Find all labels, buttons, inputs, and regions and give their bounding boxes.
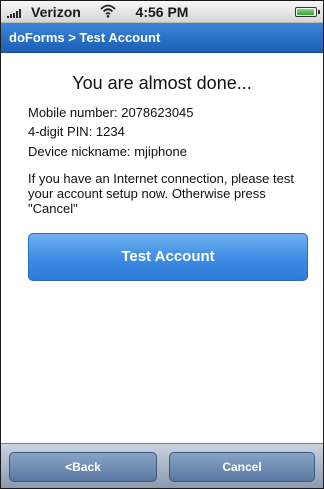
bottom-toolbar: <Back Cancel bbox=[1, 443, 323, 488]
app-frame: Verizon 4:56 PM doForms > Test Account Y… bbox=[0, 0, 324, 489]
test-account-button[interactable]: Test Account bbox=[28, 233, 308, 281]
battery-level bbox=[297, 9, 314, 15]
status-time: 4:56 PM bbox=[135, 4, 189, 20]
navigation-bar: doForms > Test Account bbox=[1, 23, 323, 53]
cancel-button[interactable]: Cancel bbox=[169, 452, 315, 482]
status-bar: Verizon 4:56 PM bbox=[1, 1, 323, 23]
page-heading: You are almost done... bbox=[72, 73, 252, 93]
battery-icon bbox=[295, 7, 320, 17]
nav-title: doForms > Test Account bbox=[9, 30, 161, 45]
pin-text: 4-digit PIN: 1234 bbox=[28, 124, 125, 139]
main-content: You are almost done... Mobile number: 20… bbox=[1, 53, 323, 443]
instruction-message: If you have an Internet connection, plea… bbox=[28, 171, 294, 216]
device-nickname-text: Device nickname: mjiphone bbox=[28, 144, 187, 159]
back-button[interactable]: <Back bbox=[9, 452, 157, 482]
mobile-number-text: Mobile number: 2078623045 bbox=[28, 105, 194, 120]
